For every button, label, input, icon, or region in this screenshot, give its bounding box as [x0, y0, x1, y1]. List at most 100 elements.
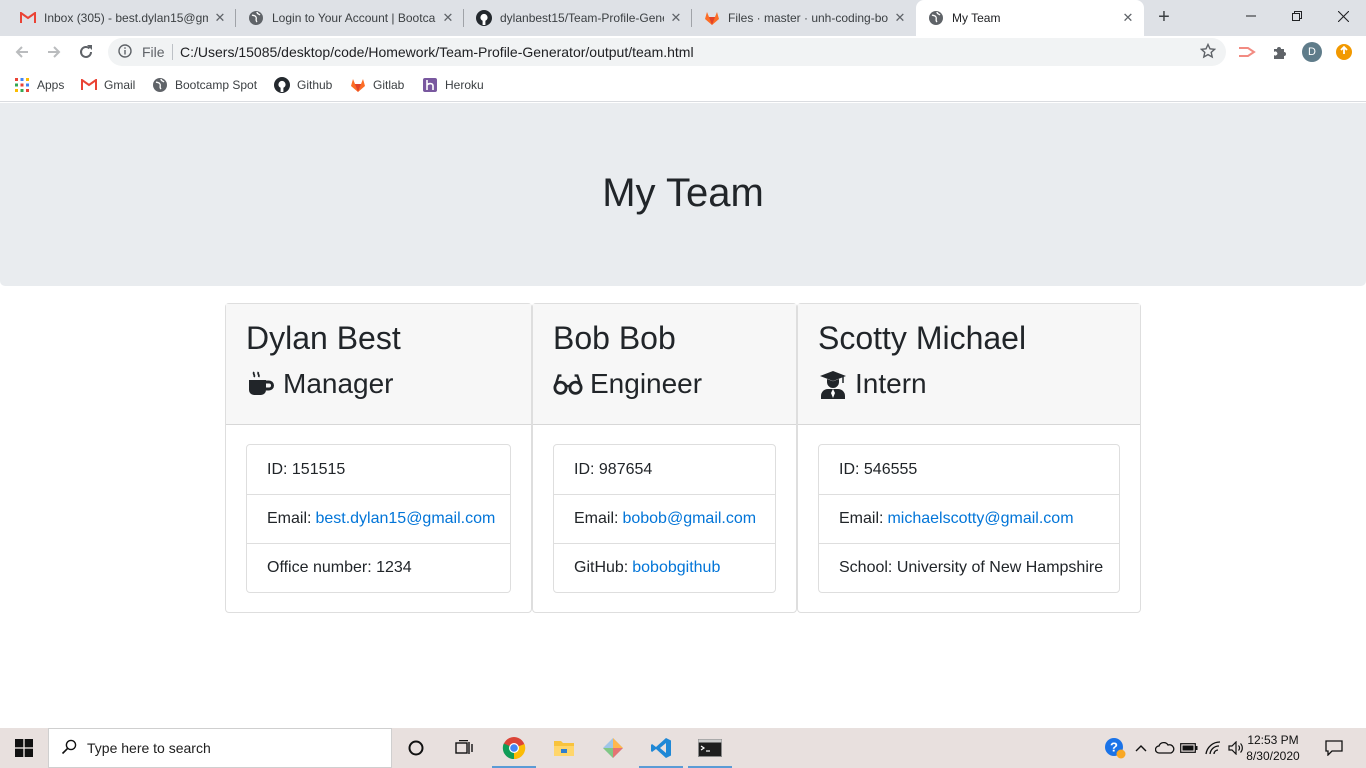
- arrow-right-icon: [48, 46, 61, 58]
- task-view-icon[interactable]: [440, 728, 488, 768]
- close-icon[interactable]: ✕: [668, 10, 684, 26]
- extension-cast-icon[interactable]: [1237, 42, 1257, 62]
- close-icon[interactable]: ✕: [892, 10, 908, 26]
- github-link[interactable]: bobobgithub: [632, 559, 720, 577]
- paint-3d-icon[interactable]: [589, 728, 637, 768]
- svg-text:?: ?: [1110, 740, 1118, 755]
- tab-my-team[interactable]: My Team ✕: [916, 0, 1144, 36]
- reload-icon: [80, 45, 92, 58]
- email-link[interactable]: bobob@gmail.com: [622, 510, 756, 528]
- github-label: GitHub:: [574, 559, 629, 576]
- close-icon[interactable]: ✕: [212, 10, 228, 26]
- address-bar[interactable]: File C:/Users/15085/desktop/code/Homewor…: [108, 38, 1226, 66]
- employee-name: Scotty Michael: [818, 320, 1027, 356]
- back-button[interactable]: [10, 40, 34, 64]
- tab-github[interactable]: dylanbest15/Team-Profile-Generator ✕: [464, 0, 692, 36]
- bookmark-apps[interactable]: Apps: [14, 76, 64, 94]
- github-icon: [476, 10, 492, 26]
- notification-icon[interactable]: [1314, 728, 1354, 768]
- info-icon[interactable]: [118, 44, 132, 61]
- card-header: Bob Bob Engineer: [533, 304, 796, 425]
- minimize-button[interactable]: [1228, 0, 1274, 32]
- address-url[interactable]: C:/Users/15085/desktop/code/Homework/Tea…: [180, 44, 694, 60]
- address-scheme: File: [142, 44, 165, 60]
- bookmark-bootcamp-spot[interactable]: Bootcamp Spot: [152, 76, 257, 94]
- employee-card-manager: Dylan Best Manager ID: 151515 Email: bes…: [225, 303, 532, 613]
- email-link[interactable]: michaelscotty@gmail.com: [887, 510, 1073, 528]
- arrow-left-icon: [15, 46, 28, 58]
- update-icon[interactable]: [1334, 42, 1354, 62]
- close-window-button[interactable]: [1320, 0, 1366, 32]
- chevron-up-icon[interactable]: [1130, 728, 1152, 768]
- tab-title: Inbox (305) - best.dylan15@gmail.com: [44, 11, 208, 25]
- reload-button[interactable]: [74, 40, 98, 64]
- bookmark-label: Heroku: [445, 78, 484, 92]
- bookmarks-bar: Apps Gmail Bootcamp Spot Github Gitlab H…: [0, 68, 1366, 102]
- clock-date: 8/30/2020: [1246, 749, 1300, 763]
- employee-role: Engineer: [553, 368, 702, 400]
- taskbar-search[interactable]: Type here to search: [48, 728, 392, 768]
- tab-gmail[interactable]: Inbox (305) - best.dylan15@gmail.com ✕: [8, 0, 236, 36]
- employee-id: ID: 546555: [839, 460, 918, 478]
- employee-role: Manager: [246, 368, 394, 400]
- help-icon[interactable]: ?: [1102, 728, 1128, 768]
- chrome-icon[interactable]: [490, 728, 538, 768]
- email-link[interactable]: best.dylan15@gmail.com: [315, 510, 495, 528]
- graduate-icon: [818, 369, 848, 399]
- employee-school: School: University of New Hampshire: [819, 543, 1119, 592]
- email-label: Email:: [267, 510, 312, 527]
- page-title: My Team: [602, 171, 764, 215]
- windows-taskbar: Type here to search ? 12:53 PM 8/30/2020: [0, 728, 1366, 768]
- vscode-icon[interactable]: [637, 728, 685, 768]
- cortana-icon[interactable]: [392, 728, 440, 768]
- start-button[interactable]: [0, 728, 48, 768]
- file-explorer-icon[interactable]: [540, 728, 588, 768]
- tab-gitlab[interactable]: Files · master · unh-coding-bootcamp ✕: [692, 0, 916, 36]
- employee-details: ID: 151515 Email: best.dylan15@gmail.com…: [246, 444, 511, 593]
- globe-icon: [152, 77, 168, 93]
- apps-grid-icon: [14, 77, 30, 93]
- new-tab-button[interactable]: +: [1152, 6, 1176, 30]
- terminal-icon[interactable]: [686, 728, 734, 768]
- bookmark-label: Github: [297, 78, 333, 92]
- close-icon[interactable]: ✕: [1120, 10, 1136, 26]
- puzzle-icon[interactable]: [1270, 42, 1290, 62]
- bookmark-gitlab[interactable]: Gitlab: [350, 76, 404, 94]
- heroku-icon: [422, 77, 438, 93]
- coffee-mug-icon: [246, 369, 276, 399]
- bookmark-label: Apps: [37, 78, 65, 92]
- globe-icon: [928, 10, 944, 26]
- onedrive-icon[interactable]: [1153, 728, 1177, 768]
- bookmark-gmail[interactable]: Gmail: [81, 76, 135, 94]
- search-icon: [61, 739, 77, 758]
- bookmark-github[interactable]: Github: [274, 76, 332, 94]
- wifi-icon[interactable]: [1202, 728, 1224, 768]
- gmail-icon: [20, 10, 36, 26]
- system-clock[interactable]: 12:53 PM 8/30/2020: [1240, 732, 1306, 764]
- close-icon[interactable]: ✕: [440, 10, 456, 26]
- employee-details: ID: 546555 Email: michaelscotty@gmail.co…: [818, 444, 1120, 593]
- card-header: Dylan Best Manager: [226, 304, 531, 425]
- bookmark-star-icon[interactable]: [1199, 42, 1217, 62]
- bookmark-heroku[interactable]: Heroku: [422, 76, 484, 94]
- role-label: Intern: [855, 368, 927, 399]
- restore-button[interactable]: [1274, 0, 1320, 32]
- email-label: Email:: [574, 510, 619, 527]
- tab-bootcamp-spot[interactable]: Login to Your Account | Bootcamp Spot ✕: [236, 0, 464, 36]
- windows-logo-icon: [15, 739, 33, 757]
- address-divider: [172, 44, 173, 60]
- close-icon: [1337, 10, 1349, 22]
- employee-email: Email: michaelscotty@gmail.com: [819, 494, 1119, 543]
- office-number: Office number: 1234: [247, 543, 510, 592]
- bookmark-label: Bootcamp Spot: [175, 78, 258, 92]
- employee-details: ID: 987654 Email: bobob@gmail.com GitHub…: [553, 444, 776, 593]
- forward-button[interactable]: [42, 40, 66, 64]
- profile-avatar[interactable]: D: [1302, 42, 1322, 62]
- employee-card-engineer: Bob Bob Engineer ID: 987654 Email: bobob…: [532, 303, 797, 613]
- tab-title: Files · master · unh-coding-bootcamp: [728, 11, 888, 25]
- battery-icon: [1178, 728, 1200, 768]
- employee-name: Bob Bob: [553, 320, 676, 356]
- email-label: Email:: [839, 510, 884, 527]
- tab-title: My Team: [952, 11, 1001, 25]
- search-placeholder: Type here to search: [87, 740, 211, 756]
